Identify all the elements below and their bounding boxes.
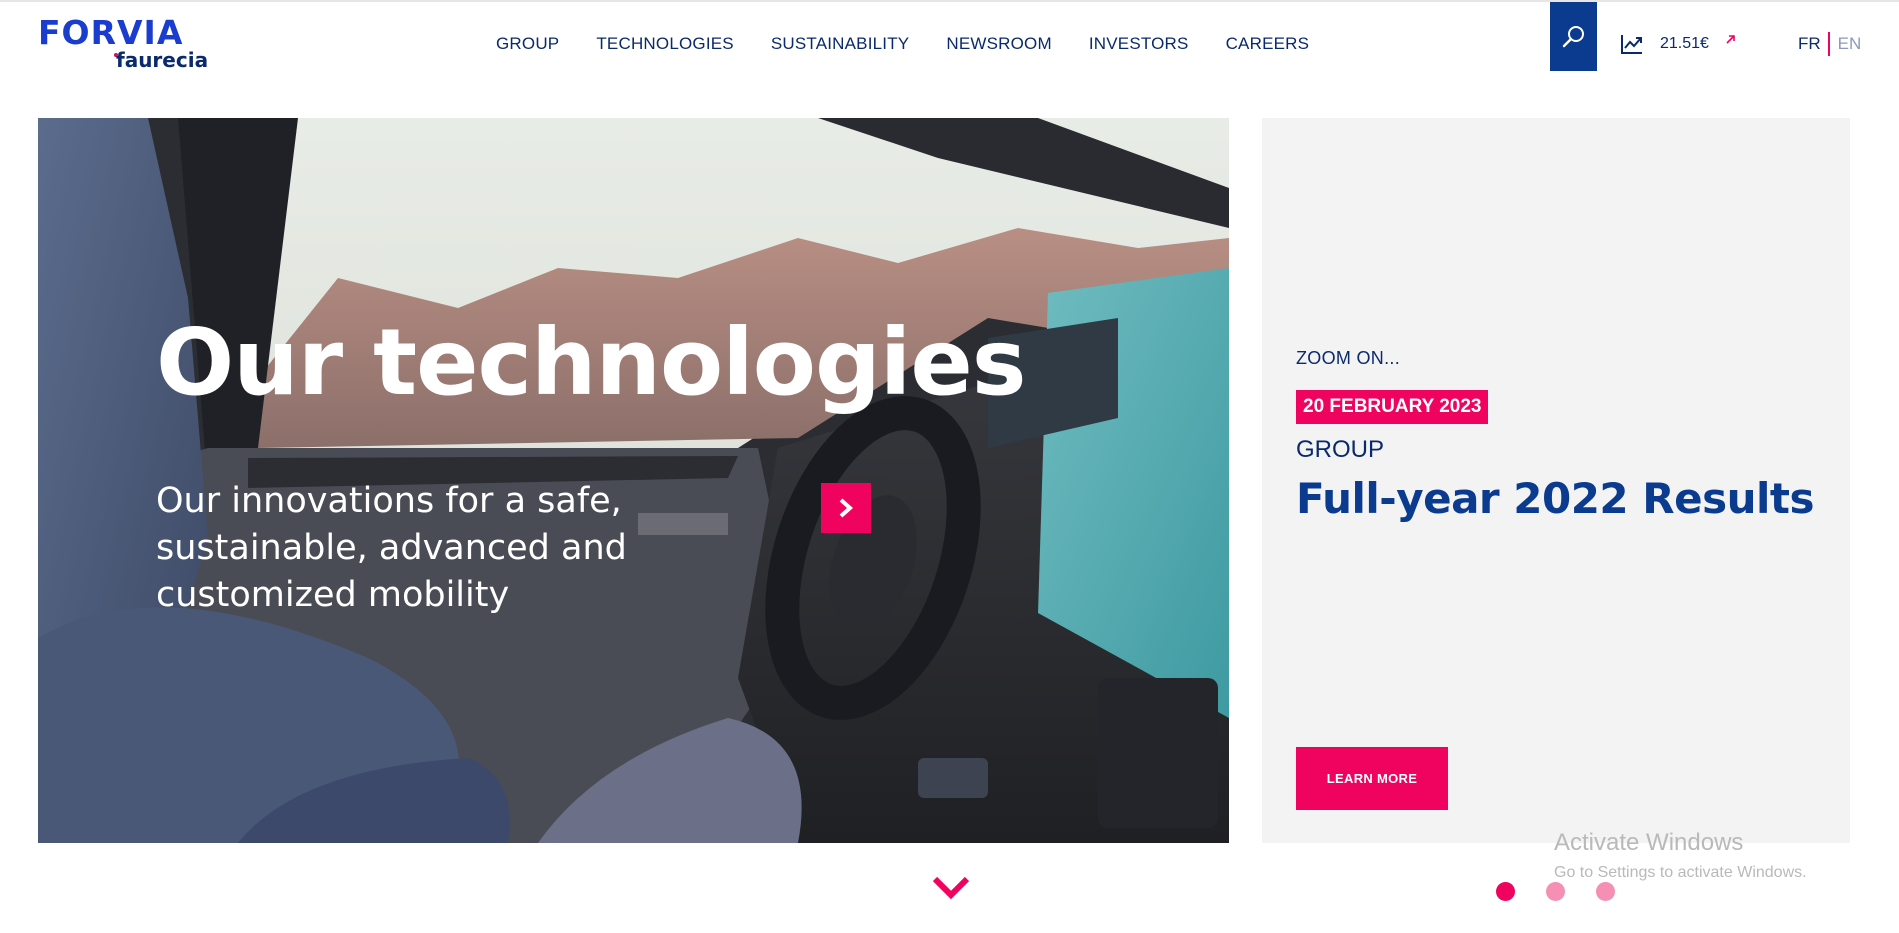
logo-forvia-text: FORVIA <box>38 13 184 52</box>
search-button[interactable] <box>1550 2 1597 71</box>
news-category: GROUP <box>1296 436 1385 463</box>
nav-item-newsroom[interactable]: NEWSROOM <box>946 30 1051 58</box>
logo-faurecia-text: faurecia <box>116 48 209 72</box>
nav-item-technologies[interactable]: TECHNOLOGIES <box>596 30 733 58</box>
carousel-dot-3[interactable] <box>1596 882 1615 901</box>
lang-separator <box>1827 32 1830 56</box>
nav-item-group[interactable]: GROUP <box>496 30 559 58</box>
watermark-subtitle: Go to Settings to activate Windows. <box>1554 864 1807 881</box>
hero-title: Our technologies <box>156 309 1026 416</box>
hero-subtitle: Our innovations for a safe, sustainable,… <box>156 481 627 615</box>
carousel-dots <box>1496 882 1615 901</box>
learn-more-button[interactable]: LEARN MORE <box>1296 747 1448 810</box>
stock-value: 21.51€ <box>1660 35 1709 52</box>
chevron-down-icon[interactable] <box>931 875 971 901</box>
carousel-dot-2[interactable] <box>1546 882 1565 901</box>
date-badge: 20 FEBRUARY 2023 <box>1296 390 1489 424</box>
carousel-dot-1[interactable] <box>1496 882 1515 901</box>
lang-fr-link[interactable]: FR <box>1798 34 1821 54</box>
lang-en-link[interactable]: EN <box>1838 34 1862 54</box>
watermark-title: Activate Windows <box>1554 829 1744 856</box>
arrow-up-right-icon <box>1726 35 1735 44</box>
hero-next-button[interactable] <box>821 483 871 533</box>
main-nav: GROUP TECHNOLOGIES SUSTAINABILITY NEWSRO… <box>496 30 1346 58</box>
chevron-right-icon <box>839 498 854 518</box>
zoom-on-label: ZOOM ON... <box>1296 348 1400 368</box>
top-border <box>0 0 1899 2</box>
windows-activation-watermark: Activate Windows Go to Settings to activ… <box>1554 828 1807 884</box>
news-panel: ZOOM ON... 20 FEBRUARY 2023 GROUP Full-y… <box>1262 118 1850 843</box>
nav-item-careers[interactable]: CAREERS <box>1226 30 1310 58</box>
nav-item-investors[interactable]: INVESTORS <box>1089 30 1189 58</box>
stock-ticker[interactable]: 21.51€ <box>1620 30 1737 58</box>
forvia-faurecia-logo[interactable]: FORVIA faurecia <box>38 16 218 72</box>
hero-banner[interactable]: Our technologies Our innovations for a s… <box>38 118 1229 843</box>
trend-chart-icon <box>1621 35 1642 54</box>
language-switcher: FR EN <box>1798 30 1861 58</box>
search-icon <box>1562 25 1584 47</box>
nav-item-sustainability[interactable]: SUSTAINABILITY <box>771 30 910 58</box>
news-headline[interactable]: Full-year 2022 Results <box>1296 474 1814 523</box>
